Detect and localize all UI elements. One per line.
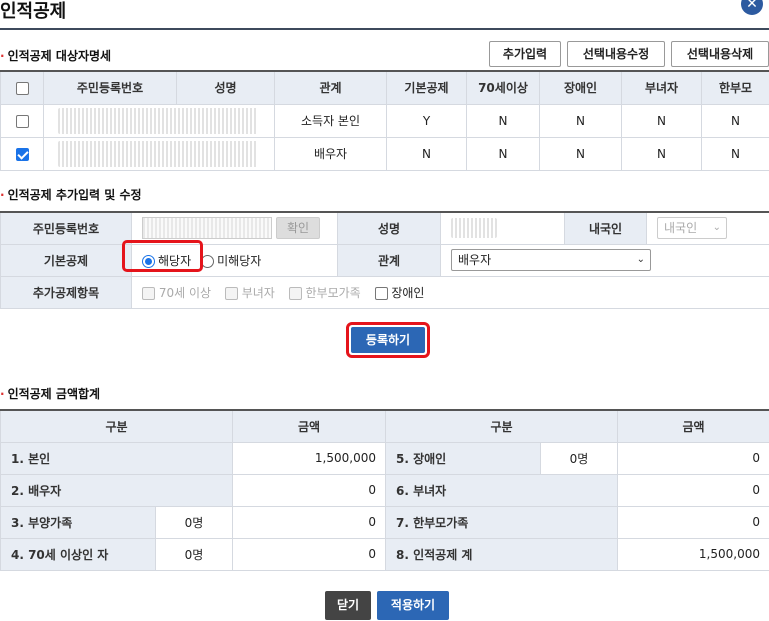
row-checkbox[interactable] [15, 114, 29, 128]
over70-cell: N [466, 103, 540, 138]
name-label: 성명 [337, 211, 441, 245]
disabled-cell: N [539, 136, 622, 171]
name-input[interactable] [451, 218, 497, 239]
basic-cell: N [386, 136, 467, 171]
total-amount: 1,500,000 [617, 537, 769, 571]
col-header: 구분 [385, 409, 618, 443]
select-all-cell[interactable] [0, 70, 44, 105]
over70-cell: N [466, 136, 540, 171]
domestic-label: 내국인 [564, 211, 647, 245]
extra-disabled[interactable]: 장애인 [374, 284, 424, 301]
total-amount: 0 [617, 473, 769, 507]
select-all-checkbox[interactable] [15, 81, 29, 95]
add-input-button[interactable]: 추가입력 [489, 41, 561, 67]
total-amount: 0 [617, 441, 769, 475]
relation-label: 관계 [337, 243, 441, 277]
total-label: 2. 배우자 [0, 473, 233, 507]
total-label: 8. 인적공제 계 [385, 537, 618, 571]
confirm-button[interactable]: 확인 [276, 217, 320, 240]
register-button[interactable]: 등록하기 [351, 327, 425, 353]
total-label: 1. 본인 [0, 441, 233, 475]
table-row: 1. 본인 1,500,000 5. 장애인 0명 0 [0, 441, 769, 475]
extra-deduction-label: 추가공제항목 [0, 275, 132, 309]
total-label: 5. 장애인 [385, 441, 541, 475]
section-title-edit: 인적공제 추가입력 및 수정 [0, 186, 142, 203]
radio-no[interactable] [201, 254, 215, 268]
row-checkbox[interactable] [15, 147, 29, 161]
table-row: 2. 배우자 0 6. 부녀자 0 [0, 473, 769, 507]
total-label: 6. 부녀자 [385, 473, 618, 507]
total-count: 0명 [155, 537, 233, 571]
total-amount: 1,500,000 [232, 441, 386, 475]
total-label: 3. 부양가족 [0, 505, 156, 539]
table-row[interactable]: 소득자 본인 Y N N N N [0, 103, 769, 138]
col-header: 한부모 [701, 70, 769, 105]
table-header-row: 주민등록번호 성명 관계 기본공제 70세이상 장애인 부녀자 한부모 [0, 70, 769, 105]
section-title-targets: 인적공제 대상자명세 [0, 47, 112, 64]
close-button[interactable]: 닫기 [325, 591, 371, 620]
checkbox[interactable] [142, 286, 155, 300]
total-amount: 0 [232, 537, 386, 571]
relation-cell: 소득자 본인 [274, 103, 387, 138]
delete-selected-button[interactable]: 선택내용삭제 [671, 41, 769, 67]
rrn-label: 주민등록번호 [0, 211, 132, 245]
table-row[interactable]: 배우자 N N N N N [0, 136, 769, 171]
woman-cell: N [621, 136, 702, 171]
col-header: 성명 [176, 70, 275, 105]
single-parent-cell: N [701, 103, 769, 138]
domestic-select[interactable]: 내국인 ⌄ [657, 217, 727, 240]
table-row: 4. 70세 이상인 자 0명 0 8. 인적공제 계 1,500,000 [0, 537, 769, 571]
targets-table: 주민등록번호 성명 관계 기본공제 70세이상 장애인 부녀자 한부모 소득자 … [0, 70, 769, 171]
dialog-titlebar: 인적공제 ✕ [0, 0, 769, 30]
checkbox[interactable] [224, 286, 238, 300]
relation-select[interactable]: 배우자 ⌄ [451, 249, 651, 271]
basic-deduction-label: 기본공제 [0, 243, 132, 277]
extra-single-parent[interactable]: 한부모가족 [288, 284, 361, 301]
section-title-totals: 인적공제 금액합계 [0, 385, 101, 402]
edit-selected-button[interactable]: 선택내용수정 [567, 41, 665, 67]
checkbox[interactable] [374, 286, 388, 300]
col-header: 관계 [274, 70, 387, 105]
col-header: 금액 [232, 409, 386, 443]
redacted-personal-info [58, 140, 258, 167]
edit-form-table: 주민등록번호 확인 성명 내국인 내국인 ⌄ 기본공제 해당자 미해당자 관계 배우… [0, 211, 769, 309]
table-row: 3. 부양가족 0명 0 7. 한부모가족 0 [0, 505, 769, 539]
extra-woman[interactable]: 부녀자 [224, 284, 275, 301]
relation-cell: 배우자 [274, 136, 387, 171]
total-amount: 0 [232, 473, 386, 507]
disabled-cell: N [539, 103, 622, 138]
apply-button[interactable]: 적용하기 [377, 591, 449, 620]
col-header: 구분 [0, 409, 233, 443]
single-parent-cell: N [701, 136, 769, 171]
extra-over70[interactable]: 70세 이상 [142, 284, 211, 301]
col-header: 부녀자 [621, 70, 702, 105]
chevron-down-icon: ⌄ [636, 254, 645, 265]
col-header: 금액 [617, 409, 769, 443]
woman-cell: N [621, 103, 702, 138]
close-icon[interactable]: ✕ [741, 0, 763, 15]
col-header: 주민등록번호 [43, 70, 177, 105]
totals-table: 구분 금액 구분 금액 1. 본인 1,500,000 5. 장애인 0명 0 … [0, 409, 769, 571]
col-header: 기본공제 [386, 70, 467, 105]
basic-cell: Y [386, 103, 467, 138]
chevron-down-icon: ⌄ [712, 222, 721, 234]
checkbox[interactable] [288, 286, 302, 300]
total-amount: 0 [617, 505, 769, 539]
highlight-box [122, 240, 203, 272]
dialog-title: 인적공제 [0, 1, 67, 22]
total-count: 0명 [155, 505, 233, 539]
rrn-input[interactable] [142, 217, 272, 240]
basic-option-no[interactable]: 미해당자 [201, 252, 261, 269]
col-header: 장애인 [539, 70, 622, 105]
total-amount: 0 [232, 505, 386, 539]
total-label: 7. 한부모가족 [385, 505, 618, 539]
total-label: 4. 70세 이상인 자 [0, 537, 156, 571]
total-count: 0명 [540, 441, 618, 475]
redacted-personal-info [58, 107, 258, 134]
col-header: 70세이상 [466, 70, 540, 105]
